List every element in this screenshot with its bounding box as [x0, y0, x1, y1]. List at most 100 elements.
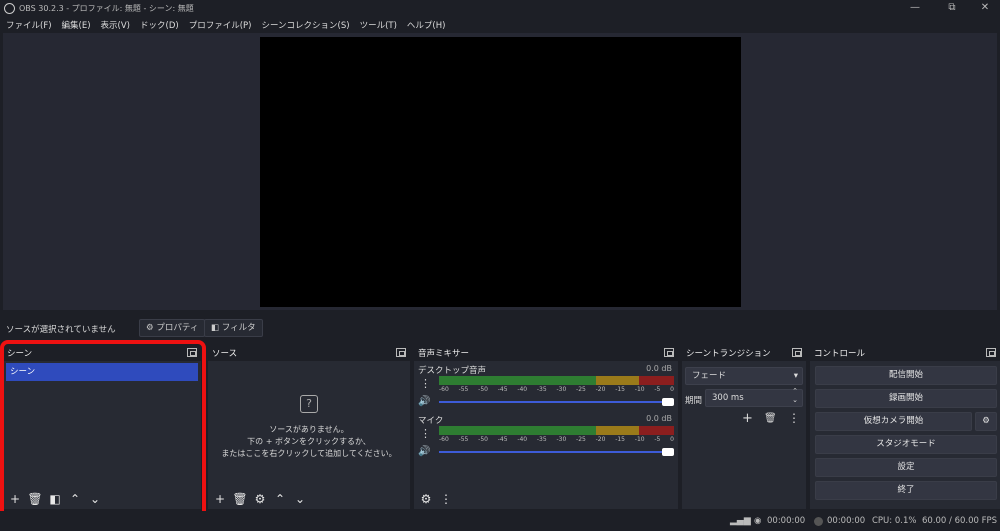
- filters-button[interactable]: ◧ フィルタ: [204, 319, 263, 337]
- source-toolbar: ソースが選択されていません ⚙ プロパティ ◧ フィルタ: [0, 316, 1000, 340]
- controls-title: コントロール: [814, 349, 866, 359]
- network-bars-icon: ▂▄▆: [730, 516, 751, 526]
- question-icon: ?: [300, 395, 318, 413]
- empty-line-3: またはここを右クリックして追加してください。: [221, 449, 397, 458]
- start-recording-button[interactable]: 録画開始: [815, 389, 997, 408]
- scene-transitions-dock: シーントランジション フェード ▾ 期間 300 ms ⌃ ⌄ + 🗑 ⋮: [682, 345, 806, 509]
- restore-button[interactable]: ⧉: [937, 1, 967, 15]
- scale-tick: -15: [615, 436, 626, 443]
- transitions-title: シーントランジション: [686, 349, 771, 359]
- filters-label: フィルタ: [221, 323, 256, 333]
- controls-header: コントロール: [810, 345, 1000, 361]
- undock-icon[interactable]: [986, 348, 996, 357]
- scale-tick: -50: [478, 436, 488, 443]
- audio-mixer-dock: 音声ミキサー デスクトップ音声 0.0 dB ⋮ -60 -55 -50 -45 -40…: [414, 345, 678, 509]
- menu-edit[interactable]: 編集(E): [62, 19, 91, 31]
- menu-bar: ファイル(F) 編集(E) 表示(V) ドック(D) プロファイル(P) シーン…: [0, 17, 1000, 32]
- slider-knob[interactable]: [662, 448, 674, 456]
- scale-tick: -25: [576, 436, 586, 443]
- trash-icon[interactable]: 🗑: [232, 491, 248, 507]
- studio-mode-button[interactable]: スタジオモード: [815, 435, 997, 454]
- virtual-camera-button[interactable]: 仮想カメラ開始: [815, 412, 972, 431]
- sources-header: ソース: [208, 345, 410, 361]
- gear-icon[interactable]: ⚙: [252, 491, 268, 507]
- undock-icon[interactable]: [664, 348, 674, 357]
- cpu-usage: CPU: 0.1%: [872, 516, 917, 526]
- chevron-down-icon[interactable]: ⌄: [292, 491, 308, 507]
- trash-icon[interactable]: 🗑: [764, 413, 777, 424]
- scale-tick: -30: [556, 436, 567, 443]
- scale-tick: -55: [458, 386, 469, 393]
- slider-knob[interactable]: [662, 398, 674, 406]
- scale-tick: 0: [670, 386, 674, 393]
- transitions-header: シーントランジション: [682, 345, 806, 361]
- start-streaming-button[interactable]: 配信開始: [815, 366, 997, 385]
- highlight-box: [0, 340, 206, 520]
- minimize-button[interactable]: —: [900, 1, 930, 15]
- transition-select[interactable]: フェード ▾: [685, 367, 803, 385]
- volume-slider[interactable]: [439, 448, 674, 456]
- scale-tick: 0: [670, 436, 674, 443]
- window-title: OBS 30.2.3 - プロファイル: 無題 - シーン: 無題: [19, 4, 194, 13]
- properties-label: プロパティ: [156, 323, 199, 333]
- scale-tick: -10: [634, 436, 645, 443]
- scale-tick: -40: [517, 386, 528, 393]
- virtual-camera-settings-button[interactable]: ⚙: [975, 412, 997, 431]
- undock-icon[interactable]: [792, 348, 802, 357]
- undock-icon[interactable]: [396, 348, 406, 357]
- sources-empty-message: ソースがありません。 下の + ボタンをクリックするか、 またはここを右クリック…: [208, 424, 410, 460]
- add-icon[interactable]: +: [742, 411, 753, 426]
- volume-slider[interactable]: [439, 398, 674, 406]
- scale-tick: -35: [536, 386, 547, 393]
- preview-canvas[interactable]: [260, 37, 741, 307]
- stream-time: 00:00:00: [767, 516, 806, 526]
- channel-db: 0.0 dB: [646, 414, 672, 423]
- chevron-up-icon[interactable]: ⌃: [272, 491, 288, 507]
- transition-selected-value: フェード: [692, 371, 727, 381]
- kebab-menu-icon[interactable]: ⋮: [788, 411, 800, 425]
- controls-dock: コントロール 配信開始 録画開始 仮想カメラ開始 ⚙ スタジオモード 設定 終了: [810, 345, 1000, 509]
- add-icon[interactable]: +: [212, 491, 228, 507]
- kebab-menu-icon[interactable]: ⋮: [438, 491, 454, 507]
- volume-meter: [439, 426, 674, 435]
- duration-label: 期間: [685, 396, 703, 406]
- scale-tick: -60: [439, 386, 449, 393]
- menu-profile[interactable]: プロファイル(P): [189, 19, 252, 31]
- scale-tick: -15: [615, 386, 626, 393]
- channel-menu-icon[interactable]: ⋮: [420, 427, 431, 440]
- no-source-label: ソースが選択されていません: [6, 325, 116, 335]
- spin-arrows-icon[interactable]: ⌃ ⌄: [792, 387, 798, 405]
- mixer-footer: ⚙ ⋮: [414, 489, 678, 509]
- channel-menu-icon[interactable]: ⋮: [420, 377, 431, 390]
- settings-button[interactable]: 設定: [815, 458, 997, 477]
- filter-icon: ◧: [211, 323, 220, 333]
- speaker-icon[interactable]: 🔊: [418, 446, 430, 457]
- duration-input[interactable]: 300 ms ⌃ ⌄: [705, 387, 803, 407]
- scale-tick: -35: [536, 436, 547, 443]
- scale-tick: -45: [497, 386, 508, 393]
- empty-line-1: ソースがありません。: [269, 425, 349, 434]
- scale-tick: -20: [595, 436, 606, 443]
- menu-tools[interactable]: ツール(T): [360, 19, 397, 31]
- gears-icon[interactable]: ⚙: [418, 491, 434, 507]
- record-icon: [814, 517, 823, 526]
- menu-view[interactable]: 表示(V): [101, 19, 130, 31]
- scale-tick: -10: [634, 386, 645, 393]
- speaker-icon[interactable]: 🔊: [418, 396, 430, 407]
- stream-icon: ◉: [754, 516, 762, 526]
- scale-tick: -20: [595, 386, 606, 393]
- scale-tick: -5: [654, 436, 661, 443]
- menu-dock[interactable]: ドック(D): [140, 19, 179, 31]
- meter-scale: -60 -55 -50 -45 -40 -35 -30 -25 -20 -15 -10 -5 0: [439, 436, 674, 443]
- menu-help[interactable]: ヘルプ(H): [407, 19, 446, 31]
- title-bar: OBS 30.2.3 - プロファイル: 無題 - シーン: 無題 — ⧉ ✕: [0, 0, 1000, 17]
- menu-file[interactable]: ファイル(F): [6, 19, 52, 31]
- properties-button[interactable]: ⚙ プロパティ: [139, 319, 206, 337]
- close-button[interactable]: ✕: [970, 1, 1000, 15]
- status-bar: ▂▄▆ ◉ 00:00:00 00:00:00 CPU: 0.1% 60.00 …: [0, 511, 1000, 531]
- scale-tick: -45: [497, 436, 508, 443]
- fps-readout: 60.00 / 60.00 FPS: [922, 516, 998, 526]
- sources-list[interactable]: ? ソースがありません。 下の + ボタンをクリックするか、 またはここを右クリ…: [208, 361, 410, 509]
- exit-button[interactable]: 終了: [815, 481, 997, 500]
- menu-scene-collection[interactable]: シーンコレクション(S): [261, 19, 349, 31]
